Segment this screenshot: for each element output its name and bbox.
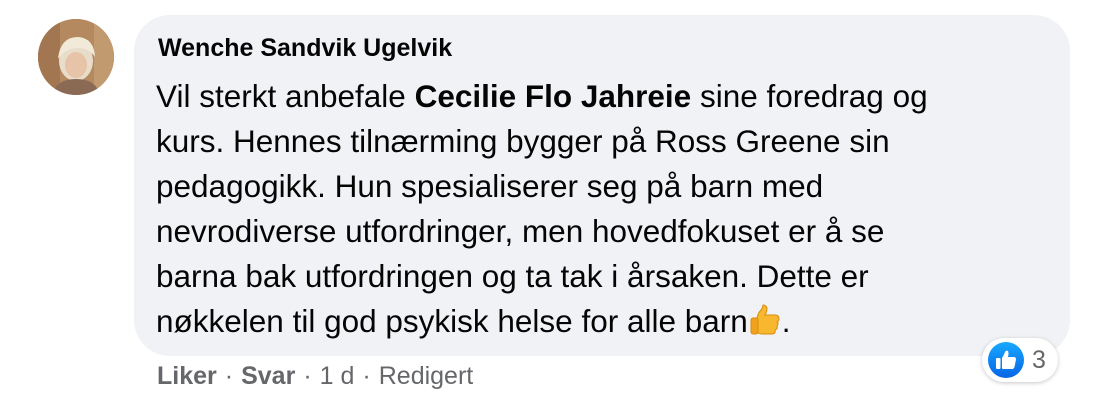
avatar[interactable] [38, 19, 114, 95]
mentioned-name[interactable]: Cecilie Flo Jahreie [415, 78, 692, 114]
comment-line: Vil sterkt anbefale Cecilie Flo Jahreie … [156, 78, 928, 114]
reaction-count: 3 [1032, 345, 1046, 374]
separator: · [362, 362, 371, 390]
reply-button[interactable]: Svar [241, 362, 295, 391]
comment-line: nevrodiverse utfordringer, men hovedfoku… [156, 213, 885, 249]
like-button[interactable]: Liker [157, 362, 217, 391]
comment: Wenche Sandvik Ugelvik Vil sterkt anbefa… [0, 0, 1118, 404]
like-icon [988, 342, 1024, 378]
reaction-summary[interactable]: 3 [982, 338, 1058, 382]
comment-bubble: Wenche Sandvik Ugelvik Vil sterkt anbefa… [134, 15, 1070, 356]
thumbs-up-emoji-icon [748, 303, 782, 335]
edited-label[interactable]: Redigert [379, 362, 474, 391]
comment-actions: Liker · Svar · 1 d · Redigert [157, 362, 473, 391]
comment-line: barna bak utfordringen og ta tak i årsak… [156, 258, 869, 294]
comment-author[interactable]: Wenche Sandvik Ugelvik [158, 34, 452, 63]
separator: · [303, 362, 312, 390]
comment-line: nøkkelen til god psykisk helse for alle … [156, 303, 791, 339]
comment-text: Vil sterkt anbefale Cecilie Flo Jahreie … [156, 74, 1036, 344]
comment-line: pedagogikk. Hun spesialiserer seg på bar… [156, 168, 824, 204]
separator: · [224, 362, 234, 390]
comment-line: kurs. Hennes tilnærming bygger på Ross G… [156, 123, 890, 159]
timestamp[interactable]: 1 d [320, 362, 355, 391]
